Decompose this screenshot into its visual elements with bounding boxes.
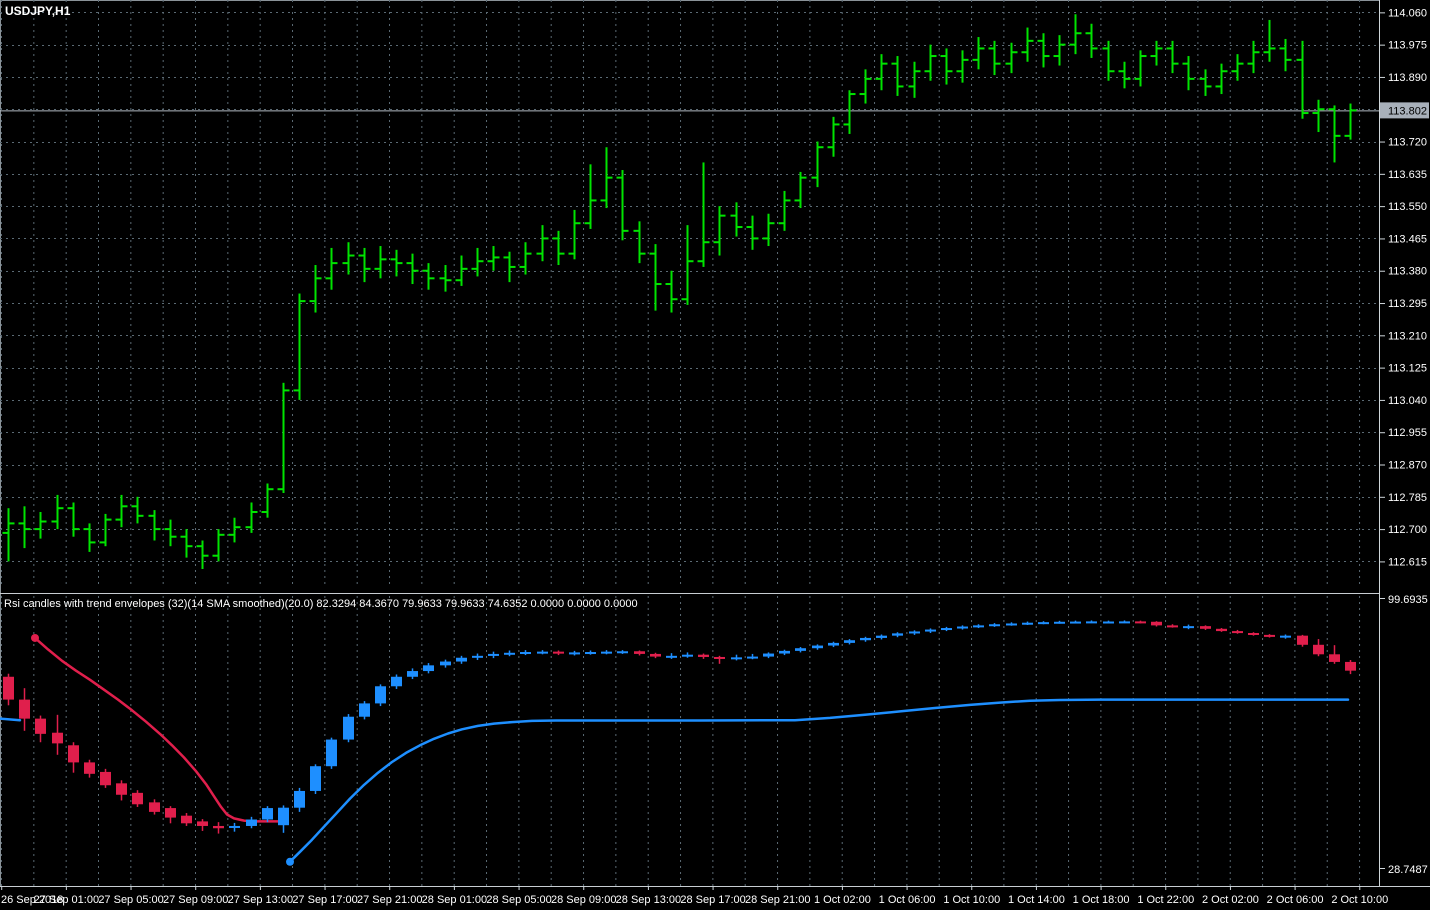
svg-text:28 Sep 09:00: 28 Sep 09:00 [551,894,616,906]
svg-text:1 Oct 02:00: 1 Oct 02:00 [814,894,871,906]
svg-text:28 Sep 17:00: 28 Sep 17:00 [680,894,745,906]
svg-text:113.210: 113.210 [1388,330,1427,342]
indicator-grid [2,596,1360,886]
svg-text:113.295: 113.295 [1388,298,1427,310]
svg-text:1 Oct 18:00: 1 Oct 18:00 [1073,894,1130,906]
blue-sma-envelope-line [290,700,1348,862]
svg-text:2 Oct 10:00: 2 Oct 10:00 [1331,894,1388,906]
svg-text:112.870: 112.870 [1388,460,1427,472]
pane-divider[interactable] [0,593,1379,594]
svg-text:113.465: 113.465 [1388,233,1427,245]
svg-text:2 Oct 02:00: 2 Oct 02:00 [1202,894,1259,906]
indicator-title: Rsi candles with trend envelopes (32)(14… [4,598,638,610]
mt4-chart-window: USDJPY,H1 Rsi candles with trend envelop… [0,0,1430,910]
main-price-chart-pane[interactable] [0,0,1379,588]
symbol-period-title: USDJPY,H1 [5,4,70,18]
main-grid [0,0,1379,588]
svg-text:113.040: 113.040 [1388,395,1427,407]
svg-text:27 Sep 09:00: 27 Sep 09:00 [163,894,228,906]
svg-text:28 Sep 13:00: 28 Sep 13:00 [616,894,681,906]
svg-text:112.615: 112.615 [1388,556,1427,568]
ohlc-chart-canvas [0,0,1379,588]
svg-text:28 Sep 01:00: 28 Sep 01:00 [422,894,487,906]
price-axis-canvas: 114.060 113.975 113.890 113.720 113.635 113.5… [1379,0,1430,886]
svg-text:113.720: 113.720 [1388,137,1427,149]
svg-text:1 Oct 14:00: 1 Oct 14:00 [1008,894,1065,906]
price-axis-labels: 114.060 113.975 113.890 113.720 113.635 113.5… [1379,7,1427,568]
svg-text:2 Oct 06:00: 2 Oct 06:00 [1267,894,1324,906]
svg-text:113.380: 113.380 [1388,266,1427,278]
blue-sma-left-stub [0,719,20,721]
svg-text:114.060: 114.060 [1388,7,1427,19]
price-axis[interactable]: 114.060 113.975 113.890 113.720 113.635 113.5… [1379,0,1430,886]
indicator-canvas [0,596,1379,886]
svg-text:113.802: 113.802 [1388,105,1427,117]
rsi-indicator-pane[interactable] [0,596,1379,886]
svg-text:113.550: 113.550 [1388,201,1427,213]
svg-text:27 Sep 05:00: 27 Sep 05:00 [98,894,163,906]
time-axis[interactable]: 26 Sep 201827 Sep 01:0027 Sep 05:0027 Se… [0,886,1430,910]
indicator-scale-label: 28.7487 [1388,864,1428,876]
svg-text:27 Sep 13:00: 27 Sep 13:00 [228,894,293,906]
time-axis-labels: 26 Sep 201827 Sep 01:0027 Sep 05:0027 Se… [1,886,1388,906]
svg-text:113.890: 113.890 [1388,72,1427,84]
svg-text:1 Oct 06:00: 1 Oct 06:00 [879,894,936,906]
svg-text:112.700: 112.700 [1388,524,1427,536]
time-axis-canvas: 26 Sep 201827 Sep 01:0027 Sep 05:0027 Se… [0,886,1430,910]
blue-line-start-dot [286,858,294,866]
svg-text:27 Sep 17:00: 27 Sep 17:00 [292,894,357,906]
svg-text:27 Sep 01:00: 27 Sep 01:00 [34,894,99,906]
svg-text:113.125: 113.125 [1388,363,1427,375]
svg-text:113.635: 113.635 [1388,169,1427,181]
svg-text:27 Sep 21:00: 27 Sep 21:00 [357,894,422,906]
svg-text:28 Sep 05:00: 28 Sep 05:00 [486,894,551,906]
red-sma-envelope-line [35,638,278,822]
rsi-candles [3,620,1356,833]
svg-text:112.785: 112.785 [1388,492,1427,504]
svg-text:112.955: 112.955 [1388,427,1427,439]
svg-text:28 Sep 21:00: 28 Sep 21:00 [745,894,810,906]
svg-text:1 Oct 10:00: 1 Oct 10:00 [943,894,1000,906]
indicator-scale-label: 99.6935 [1388,594,1428,606]
red-line-start-dot [31,634,39,642]
svg-text:1 Oct 22:00: 1 Oct 22:00 [1137,894,1194,906]
ohlc-bars [3,14,1357,569]
svg-text:113.975: 113.975 [1388,40,1427,52]
